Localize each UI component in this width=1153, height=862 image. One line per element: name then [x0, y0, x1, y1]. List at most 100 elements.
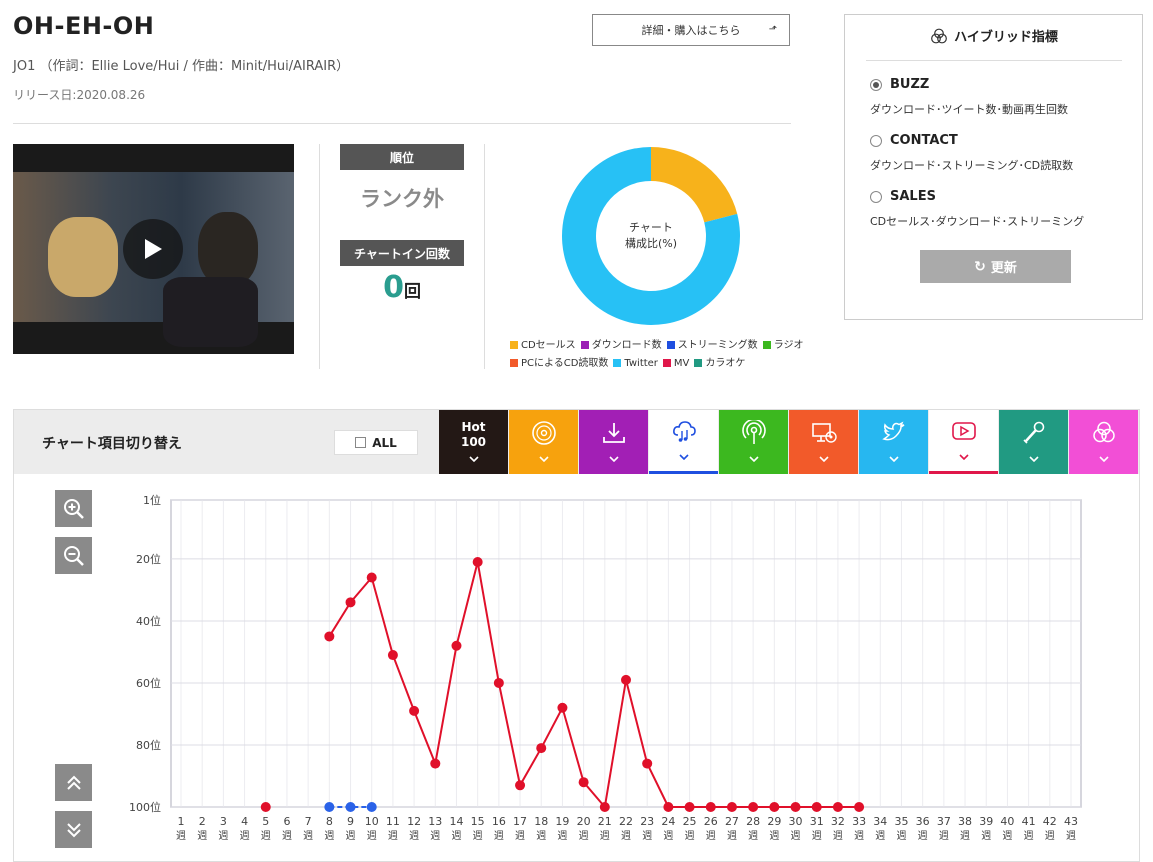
donut-slices — [562, 147, 740, 325]
x-tick-unit: 週 — [1002, 830, 1012, 842]
data-point[interactable] — [345, 802, 356, 812]
play-icon[interactable] — [123, 219, 183, 279]
chartin-count: 0回 — [340, 270, 464, 305]
x-tick-unit: 週 — [621, 830, 631, 842]
data-point[interactable] — [663, 802, 674, 812]
data-point[interactable] — [387, 650, 398, 661]
tab-radio[interactable] — [719, 410, 788, 474]
legend-swatch — [666, 341, 675, 349]
option-label: SALES — [890, 189, 936, 204]
tab-cd-sales[interactable] — [509, 410, 578, 474]
data-point[interactable] — [578, 777, 589, 788]
scroll-down-button[interactable] — [55, 811, 92, 848]
data-point[interactable] — [493, 677, 504, 688]
x-tick-label: 39 — [979, 815, 993, 828]
data-point[interactable] — [811, 802, 822, 812]
data-point[interactable] — [748, 802, 759, 812]
scroll-up-button[interactable] — [55, 764, 92, 801]
legend-label: カラオケ — [705, 358, 746, 369]
all-label: ALL — [372, 435, 397, 450]
chartin-number: 0 — [383, 270, 404, 305]
x-tick-label: 2 — [199, 815, 206, 828]
tab-hot100[interactable]: Hot 100 — [439, 410, 508, 474]
data-point[interactable] — [790, 802, 801, 812]
divider — [866, 60, 1122, 61]
tab-streaming[interactable] — [649, 410, 718, 474]
tab-label: Hot 100 — [460, 419, 487, 449]
data-point[interactable] — [324, 802, 335, 812]
x-tick-label: 36 — [916, 815, 930, 828]
x-tick-label: 13 — [428, 815, 442, 828]
all-checkbox[interactable] — [355, 437, 367, 448]
legend-item: PCによるCD読取数 — [510, 355, 608, 373]
tab-mv[interactable] — [929, 410, 998, 474]
chevron-down-icon — [888, 454, 899, 465]
data-point[interactable] — [769, 802, 780, 812]
song-credits: JO1 （作詞：Ellie Love/Hui / 作曲：Minit/Hui/AI… — [13, 59, 350, 74]
data-point[interactable] — [345, 597, 356, 608]
data-point[interactable] — [557, 702, 568, 713]
legend-item: MV — [662, 355, 689, 373]
data-point[interactable] — [515, 780, 526, 791]
x-tick-label: 21 — [598, 815, 612, 828]
legend-swatch — [762, 341, 771, 349]
update-button[interactable]: ↻ 更新 — [920, 250, 1071, 283]
cd-icon — [531, 420, 557, 450]
data-point[interactable] — [621, 674, 631, 685]
data-point[interactable] — [324, 631, 335, 642]
x-tick-unit: 週 — [875, 830, 885, 842]
radio-sales[interactable] — [870, 190, 882, 203]
x-tick-label: 23 — [640, 815, 654, 828]
detail-purchase-button[interactable]: 詳細・購入はこちら ⬏ — [592, 14, 790, 46]
data-point[interactable] — [854, 802, 865, 812]
tab-download[interactable] — [579, 410, 648, 474]
zoom-in-button[interactable] — [55, 490, 92, 527]
x-tick-label: 33 — [852, 815, 866, 828]
video-thumbnail[interactable] — [13, 144, 294, 354]
hybrid-title: ハイブリッド指標 — [866, 26, 1122, 45]
x-tick-unit: 週 — [388, 830, 398, 842]
rank-label: 順位 — [340, 144, 464, 170]
y-tick-label: 1位 — [143, 493, 161, 507]
data-point[interactable] — [832, 802, 843, 812]
radio-buzz[interactable] — [870, 78, 882, 91]
data-point[interactable] — [726, 802, 737, 812]
divider — [484, 144, 485, 369]
x-tick-unit: 週 — [557, 830, 567, 842]
data-point[interactable] — [705, 802, 716, 812]
option-contact[interactable]: CONTACT — [870, 133, 958, 148]
x-tick-unit: 週 — [240, 830, 250, 842]
data-point[interactable] — [409, 705, 420, 716]
x-tick-unit: 週 — [939, 830, 949, 842]
data-point[interactable] — [366, 572, 377, 583]
youtube-icon — [951, 418, 977, 448]
legend-label: Twitter — [624, 358, 658, 369]
data-point[interactable] — [430, 758, 441, 769]
data-point[interactable] — [472, 557, 483, 568]
x-tick-unit: 週 — [727, 830, 737, 842]
option-sales[interactable]: SALES — [870, 189, 936, 204]
tab-hybrid[interactable] — [1069, 410, 1138, 474]
chevron-down-icon — [608, 454, 619, 465]
x-tick-unit: 週 — [833, 830, 843, 842]
data-point[interactable] — [684, 802, 695, 812]
zoom-out-icon — [63, 545, 84, 566]
donut-center-label-1: チャート — [629, 221, 673, 234]
data-point[interactable] — [260, 802, 271, 812]
radio-contact[interactable] — [870, 134, 882, 147]
data-point[interactable] — [599, 802, 610, 812]
all-toggle[interactable]: ALL — [334, 430, 418, 455]
data-point[interactable] — [642, 758, 653, 769]
x-tick-unit: 週 — [197, 830, 207, 842]
tab-twitter[interactable] — [859, 410, 928, 474]
x-tick-unit: 週 — [918, 830, 928, 842]
tab-karaoke[interactable] — [999, 410, 1068, 474]
x-tick-label: 40 — [1000, 815, 1014, 828]
tab-pc-read[interactable] — [789, 410, 858, 474]
data-point[interactable] — [451, 640, 462, 651]
option-buzz[interactable]: BUZZ — [870, 77, 929, 92]
zoom-out-button[interactable] — [55, 537, 92, 574]
data-point[interactable] — [536, 743, 547, 754]
x-tick-label: 43 — [1064, 815, 1078, 828]
data-point[interactable] — [366, 802, 377, 812]
